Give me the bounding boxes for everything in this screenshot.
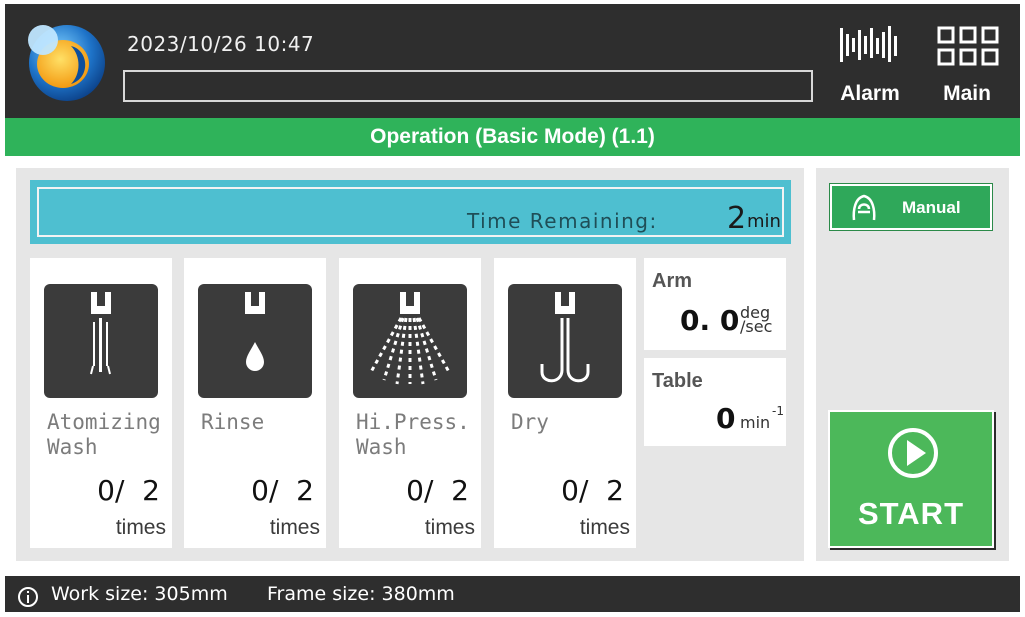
alarm-label: Alarm: [840, 82, 900, 105]
start-button[interactable]: START: [828, 410, 994, 548]
step-card-dry: Dry 0/ 2 times: [494, 258, 636, 548]
table-unit-exponent: -1: [772, 404, 784, 418]
time-remaining-unit: min: [747, 211, 781, 232]
manual-mode-button[interactable]: Manual: [830, 184, 992, 230]
operation-panel: Time Remaining: 2 min Atomizing Wash 0/ …: [16, 168, 804, 561]
step-card-hi-press-wash: Hi.Press. Wash 0/ 2 times: [339, 258, 481, 548]
time-remaining-value: 2: [727, 201, 747, 236]
message-bar: [123, 70, 813, 102]
step-count: 0/ 2: [561, 474, 624, 507]
step-unit: times: [424, 516, 475, 539]
arm-unit-bottom: /sec: [740, 317, 773, 336]
time-remaining-box: Time Remaining: 2 min: [30, 180, 791, 244]
step-unit: times: [115, 516, 166, 539]
step-name: Atomizing Wash: [47, 410, 161, 459]
step-count: 0/ 2: [251, 474, 314, 507]
step-unit: times: [579, 516, 630, 539]
table-unit: min: [740, 413, 771, 432]
frame-size-text: Frame size: 380mm: [267, 583, 455, 605]
status-footer: Work size: 305mm Frame size: 380mm: [5, 576, 1020, 612]
step-card-atomizing-wash: Atomizing Wash 0/ 2 times: [30, 258, 172, 548]
company-logo-icon: [23, 18, 107, 104]
main-menu-button[interactable]: Main: [925, 22, 1009, 110]
high-pressure-spray-icon: [353, 284, 467, 398]
main-label: Main: [943, 82, 991, 105]
rinse-drop-icon: [198, 284, 312, 398]
atomizing-wash-nozzle-icon: [44, 284, 158, 398]
step-name: Dry: [511, 410, 549, 434]
start-label: START: [857, 496, 965, 531]
control-panel: Manual START: [816, 168, 1009, 561]
manual-label: Manual: [902, 198, 961, 217]
screen-title: Operation (Basic Mode) (1.1): [5, 118, 1020, 156]
arm-speed-value: 0. 0: [680, 304, 740, 337]
play-icon: [886, 426, 940, 485]
step-count: 0/ 2: [406, 474, 469, 507]
alarm-button[interactable]: Alarm: [827, 22, 913, 110]
step-count: 0/ 2: [97, 474, 160, 507]
time-remaining-label: Time Remaining:: [467, 209, 658, 233]
datetime-display: 2023/10/26 10:47: [127, 32, 315, 56]
header-bar: 2023/10/26 10:47 Alarm Main: [5, 4, 1020, 118]
time-remaining-frame: Time Remaining: 2 min: [37, 187, 784, 237]
step-name: Hi.Press. Wash: [356, 410, 470, 459]
arm-speed-box: Arm 0. 0 deg /sec: [644, 258, 786, 350]
table-speed-box: Table 0 min -1: [644, 358, 786, 446]
step-name: Rinse: [201, 410, 265, 434]
alarm-history-icon: [838, 24, 902, 75]
work-size-text: Work size: 305mm: [51, 583, 228, 605]
table-speed-value: 0: [716, 402, 736, 435]
step-unit: times: [269, 516, 320, 539]
operator-icon: [848, 192, 880, 229]
arm-label: Arm: [652, 270, 693, 292]
table-label: Table: [652, 370, 703, 392]
info-icon: [17, 584, 39, 617]
step-card-rinse: Rinse 0/ 2 times: [184, 258, 326, 548]
grid-menu-icon: [937, 26, 999, 73]
dry-air-icon: [508, 284, 622, 398]
